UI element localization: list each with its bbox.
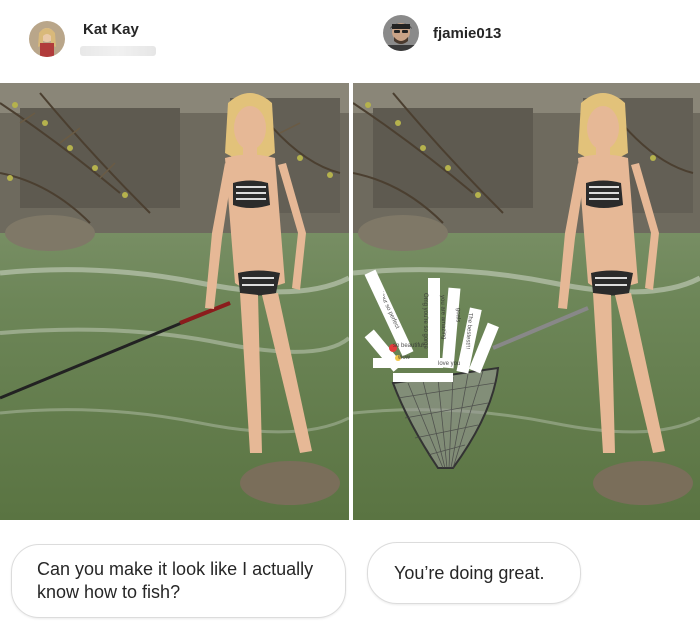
right-caption-text: You’re doing great. — [394, 563, 545, 583]
blurred-subtitle — [80, 46, 156, 56]
left-caption-text: Can you make it look like I actually kno… — [37, 559, 314, 602]
right-post-header: fjamie013 — [353, 0, 700, 82]
left-post-header: Kat Kay — [0, 0, 350, 82]
left-username[interactable]: Kat Kay — [83, 21, 139, 38]
right-photo: Omg you're so gorge The bestest!!! so be… — [353, 83, 700, 520]
left-caption-bubble: Can you make it look like I actually kno… — [11, 544, 346, 618]
left-photo — [0, 83, 349, 520]
left-avatar[interactable] — [29, 21, 65, 57]
right-username[interactable]: fjamie013 — [433, 25, 501, 42]
right-caption-bubble: You’re doing great. — [367, 542, 581, 604]
right-avatar[interactable] — [383, 15, 419, 51]
